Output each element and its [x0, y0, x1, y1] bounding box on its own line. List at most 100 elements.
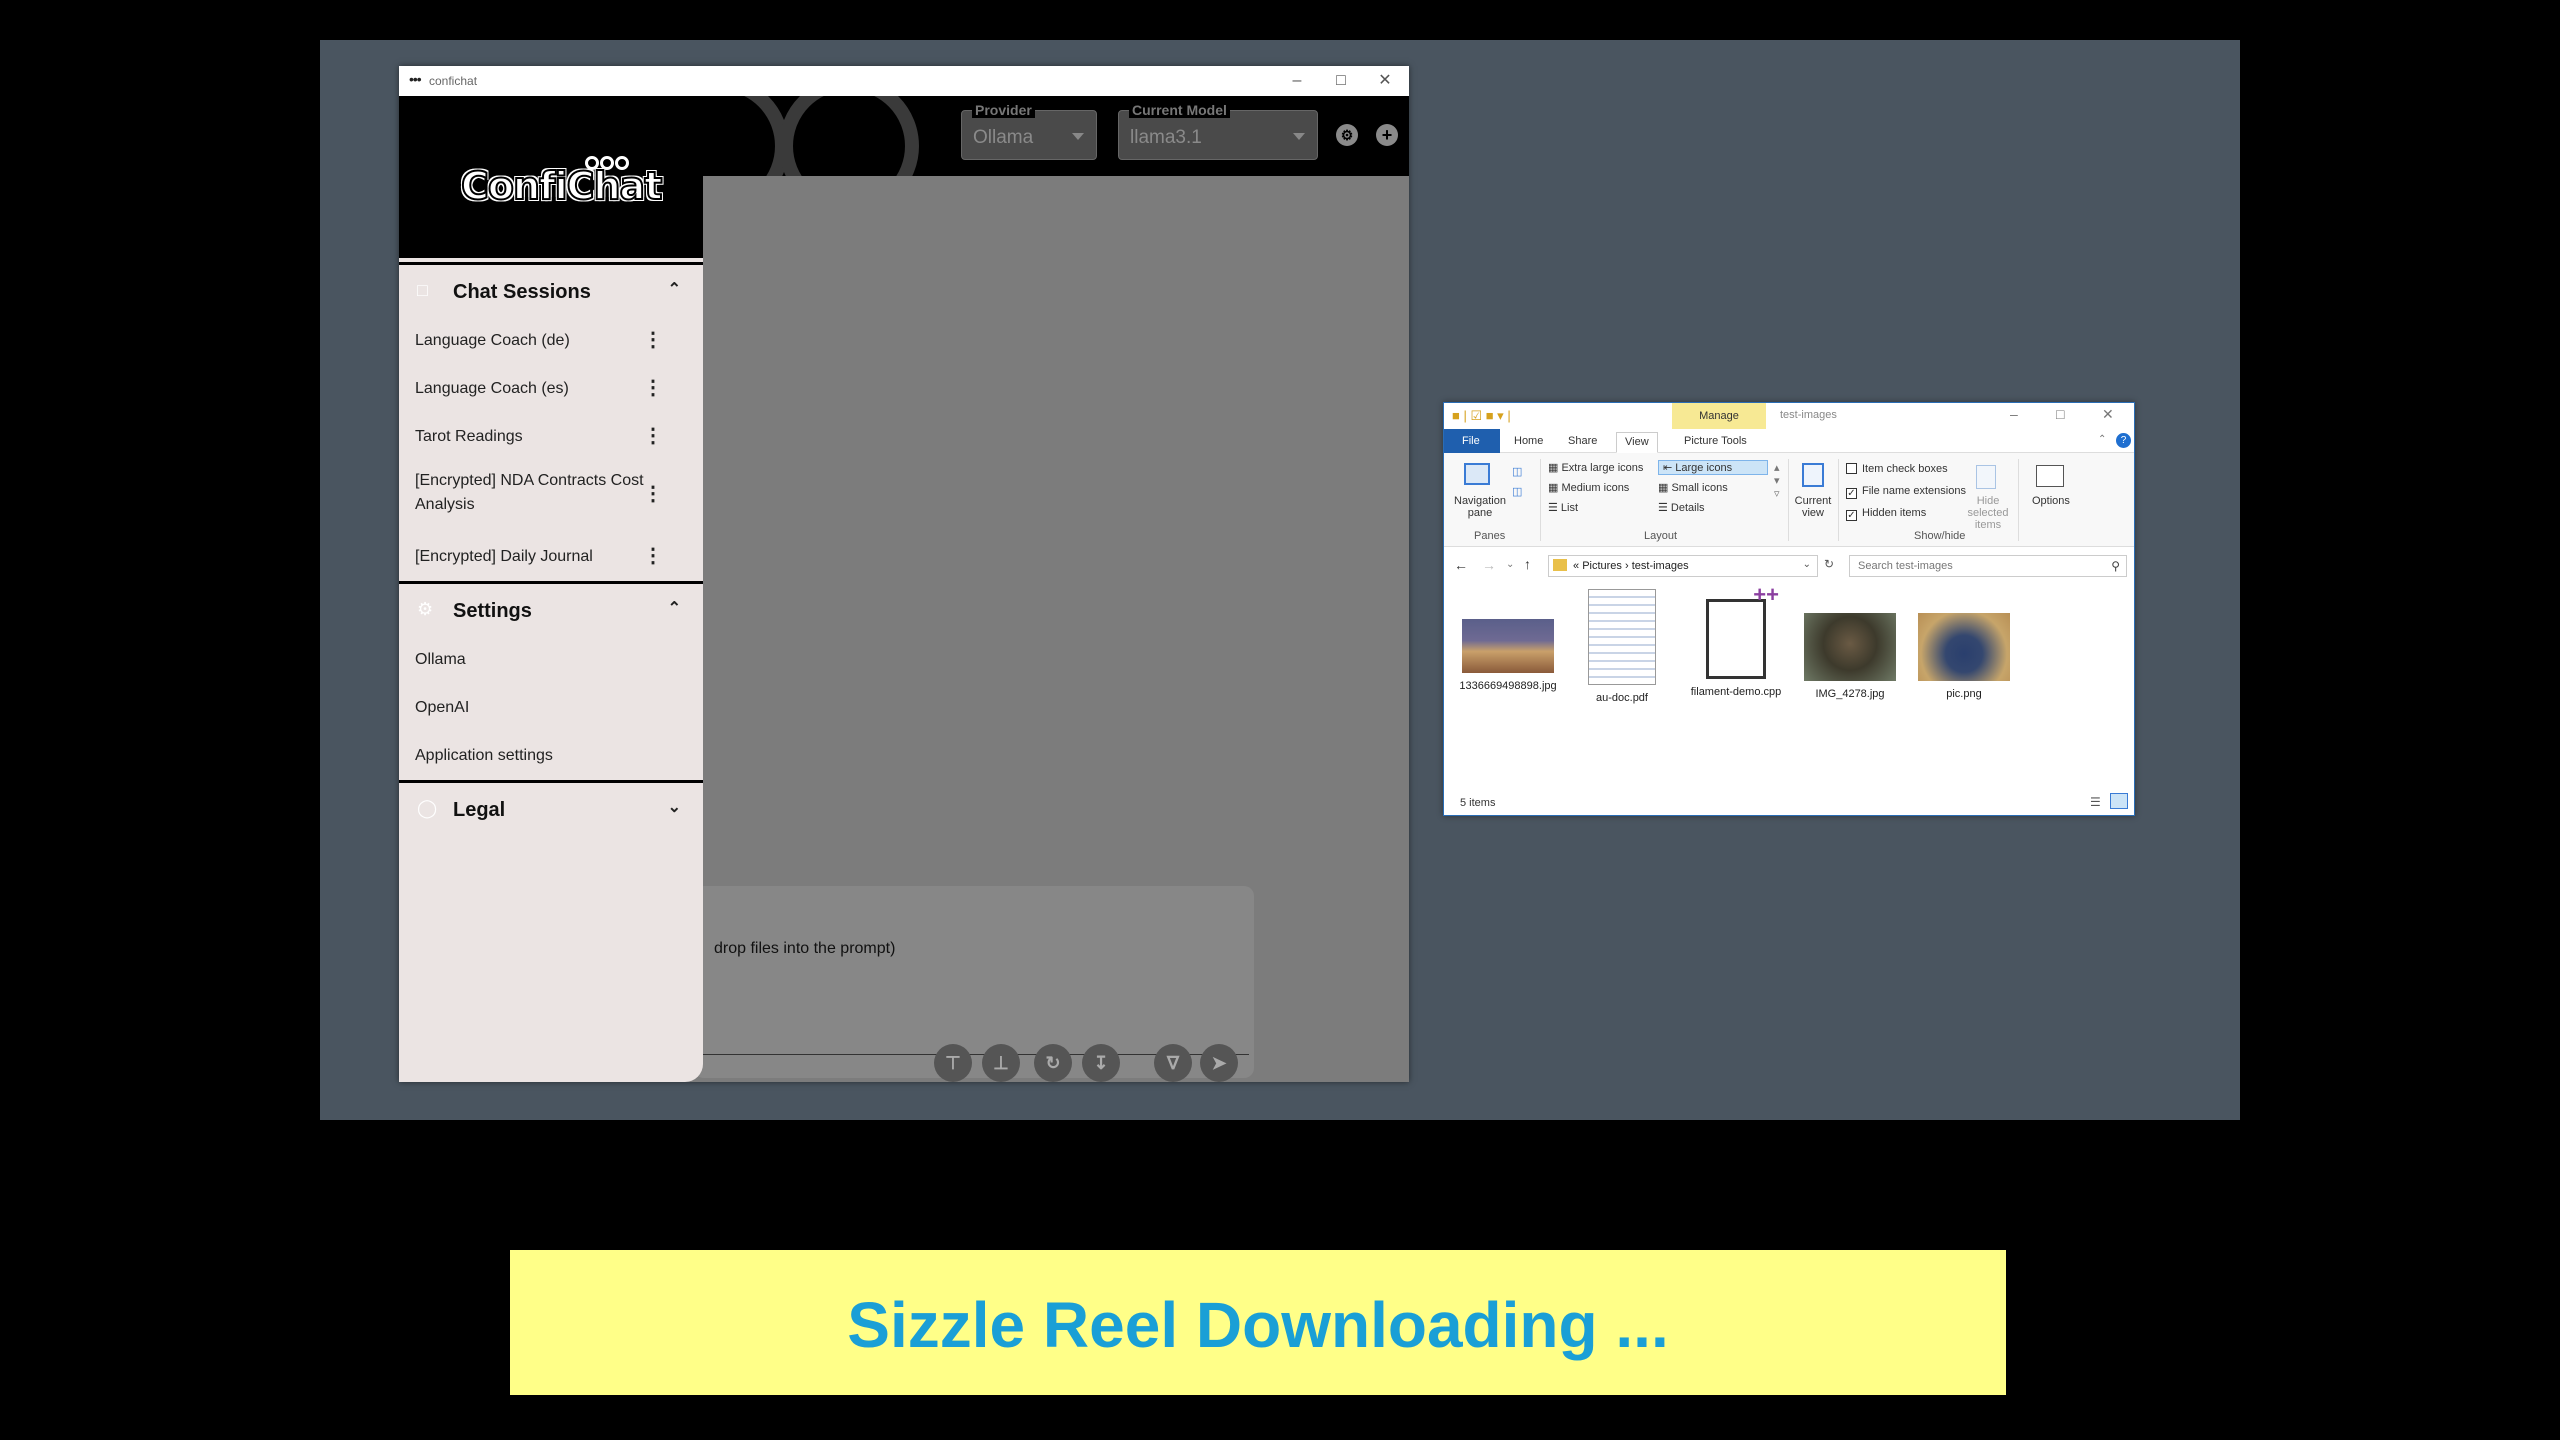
wrench-icon[interactable]: ⚙: [1336, 124, 1358, 146]
details-view-icon[interactable]: ☰: [2090, 795, 2101, 809]
details-pane-icon[interactable]: ◫: [1512, 485, 1522, 498]
maximize-button[interactable]: □: [1319, 66, 1363, 96]
recent-locations-icon[interactable]: ⌄: [1506, 559, 1514, 570]
download-icon[interactable]: ↧: [1082, 1044, 1120, 1082]
chat-session-item[interactable]: [Encrypted] NDA Contracts Cost Analysis …: [399, 459, 703, 531]
more-options-icon[interactable]: ⋮: [643, 543, 663, 568]
chat-session-item[interactable]: Language Coach (es) ⋮: [399, 363, 703, 411]
chat-session-item[interactable]: Tarot Readings ⋮: [399, 411, 703, 459]
more-options-icon[interactable]: ⋮: [643, 423, 663, 448]
close-button[interactable]: ✕: [1363, 66, 1407, 96]
attach-icon[interactable]: ∇: [1154, 1044, 1192, 1082]
chevron-up-icon[interactable]: ⌃: [668, 279, 681, 299]
quick-access-toolbar[interactable]: ■ | ☑ ■ ▾ |: [1452, 408, 1511, 424]
chevron-up-icon[interactable]: ⌃: [668, 598, 681, 618]
chevron-down-icon[interactable]: ⌄: [668, 797, 681, 817]
options-button[interactable]: Options: [2032, 495, 2070, 507]
prompt-hint: drop files into the prompt): [714, 940, 896, 957]
tab-picture-tools[interactable]: Picture Tools: [1676, 432, 1755, 453]
settings-item-application[interactable]: Application settings: [399, 730, 703, 778]
item-check-boxes-toggle[interactable]: Item check boxes: [1846, 463, 1948, 475]
search-input[interactable]: Search test-images ⚲: [1849, 555, 2127, 577]
settings-item-ollama[interactable]: Ollama: [399, 634, 703, 682]
provider-value: Ollama: [973, 127, 1034, 148]
back-icon[interactable]: ←: [1454, 557, 1468, 573]
up-icon[interactable]: ↑: [1524, 556, 1531, 572]
document-icon: ++: [1706, 584, 1779, 679]
chat-session-label: Language Coach (de): [415, 332, 570, 349]
send-icon[interactable]: ➤: [1200, 1044, 1238, 1082]
tab-share[interactable]: Share: [1560, 432, 1605, 453]
layout-scroll-icon[interactable]: ▴ ▾ ▿: [1774, 461, 1780, 500]
help-icon[interactable]: ?: [2116, 433, 2131, 448]
more-options-icon[interactable]: ⋮: [643, 481, 663, 506]
current-view-icon[interactable]: [1802, 463, 1824, 487]
collapse-ribbon-icon[interactable]: ⌃: [2098, 434, 2106, 445]
plus-plus-icon: ++: [1753, 582, 1779, 607]
file-thumbnail: [1918, 613, 2010, 681]
chat-session-item[interactable]: [Encrypted] Daily Journal ⋮: [399, 531, 703, 579]
minimize-button[interactable]: –: [1275, 66, 1319, 96]
tab-home[interactable]: Home: [1506, 432, 1551, 453]
breadcrumb: « Pictures › test-images: [1573, 560, 1689, 572]
explorer-title: test-images: [1780, 409, 1837, 421]
current-view-button[interactable]: Current view: [1792, 495, 1834, 519]
chat-session-label: Language Coach (es): [415, 380, 569, 397]
file-name: 1336669498898.jpg: [1459, 680, 1557, 692]
chat-sessions-header[interactable]: □ Chat Sessions ⌃: [399, 265, 703, 315]
chevron-down-icon[interactable]: ⌄: [1803, 559, 1811, 570]
logo: ConfiChat: [399, 96, 703, 258]
close-button[interactable]: ✕: [2102, 406, 2114, 423]
file-item[interactable]: IMG_4278.jpg: [1800, 589, 1900, 701]
navigation-pane-button[interactable]: Navigation pane: [1452, 495, 1508, 519]
scroll-bottom-icon[interactable]: ⊥: [982, 1044, 1020, 1082]
legal-header[interactable]: ◯ Legal ⌄: [399, 783, 703, 833]
file-item[interactable]: pic.png: [1914, 589, 2014, 701]
layout-medium[interactable]: ▦ Medium icons: [1548, 481, 1629, 494]
navigation-pane-icon[interactable]: [1464, 463, 1490, 485]
settings-item-openai[interactable]: OpenAI: [399, 682, 703, 730]
large-icons-view-icon[interactable]: [2110, 793, 2128, 809]
more-options-icon[interactable]: ⋮: [643, 375, 663, 400]
maximize-button[interactable]: □: [2056, 406, 2064, 422]
forward-icon[interactable]: →: [1482, 557, 1496, 573]
tab-file[interactable]: File: [1444, 429, 1500, 453]
layout-details[interactable]: ☰ Details: [1658, 501, 1705, 514]
more-options-icon[interactable]: ⋮: [643, 327, 663, 352]
search-placeholder: Search test-images: [1858, 560, 1953, 572]
address-bar[interactable]: « Pictures › test-images ⌄: [1548, 555, 1818, 577]
options-icon[interactable]: [2036, 465, 2064, 487]
tab-view[interactable]: View: [1616, 432, 1658, 453]
model-dropdown[interactable]: Current Model llama3.1: [1118, 102, 1318, 160]
provider-dropdown[interactable]: Provider Ollama: [961, 102, 1097, 160]
chat-sessions-title: Chat Sessions: [453, 281, 591, 303]
chat-session-label: Tarot Readings: [415, 428, 523, 445]
divider: [2018, 459, 2019, 541]
add-icon[interactable]: +: [1376, 124, 1398, 146]
layout-list[interactable]: ☰ List: [1548, 501, 1578, 514]
divider: [1838, 459, 1839, 541]
layout-large-selected[interactable]: ⇤ Large icons: [1658, 460, 1768, 475]
gear-icon: ⚙: [417, 599, 434, 619]
reset-icon[interactable]: ↻: [1034, 1044, 1072, 1082]
file-item[interactable]: ++ filament-demo.cpp: [1686, 584, 1786, 699]
file-name-extensions-toggle[interactable]: ✓ File name extensions: [1846, 485, 1966, 499]
hidden-items-toggle[interactable]: ✓ Hidden items: [1846, 507, 1926, 521]
layout-small[interactable]: ▦ Small icons: [1658, 481, 1728, 494]
chat-session-item[interactable]: Language Coach (de) ⋮: [399, 315, 703, 363]
preview-pane-icon[interactable]: ◫: [1512, 465, 1522, 478]
minimize-button[interactable]: –: [2010, 406, 2018, 422]
manage-context-tab[interactable]: Manage: [1672, 403, 1766, 429]
layout-extra-large[interactable]: ▦ Extra large icons: [1548, 461, 1643, 474]
refresh-icon[interactable]: ↻: [1824, 557, 1834, 571]
provider-label: Provider: [972, 102, 1035, 118]
file-name: IMG_4278.jpg: [1815, 688, 1885, 700]
folder-icon: [1553, 559, 1567, 571]
settings-header[interactable]: ⚙ Settings ⌃: [399, 584, 703, 634]
app-menu-icon[interactable]: •••: [409, 72, 422, 86]
window-title: confichat: [429, 74, 478, 88]
file-item[interactable]: 1336669498898.jpg: [1458, 589, 1558, 693]
prompt-area[interactable]: drop files into the prompt) ⊤ ⊥ ↻ ↧ ∇ ➤: [694, 886, 1254, 1082]
scroll-top-icon[interactable]: ⊤: [934, 1044, 972, 1082]
file-item[interactable]: au-doc.pdf: [1572, 589, 1672, 705]
